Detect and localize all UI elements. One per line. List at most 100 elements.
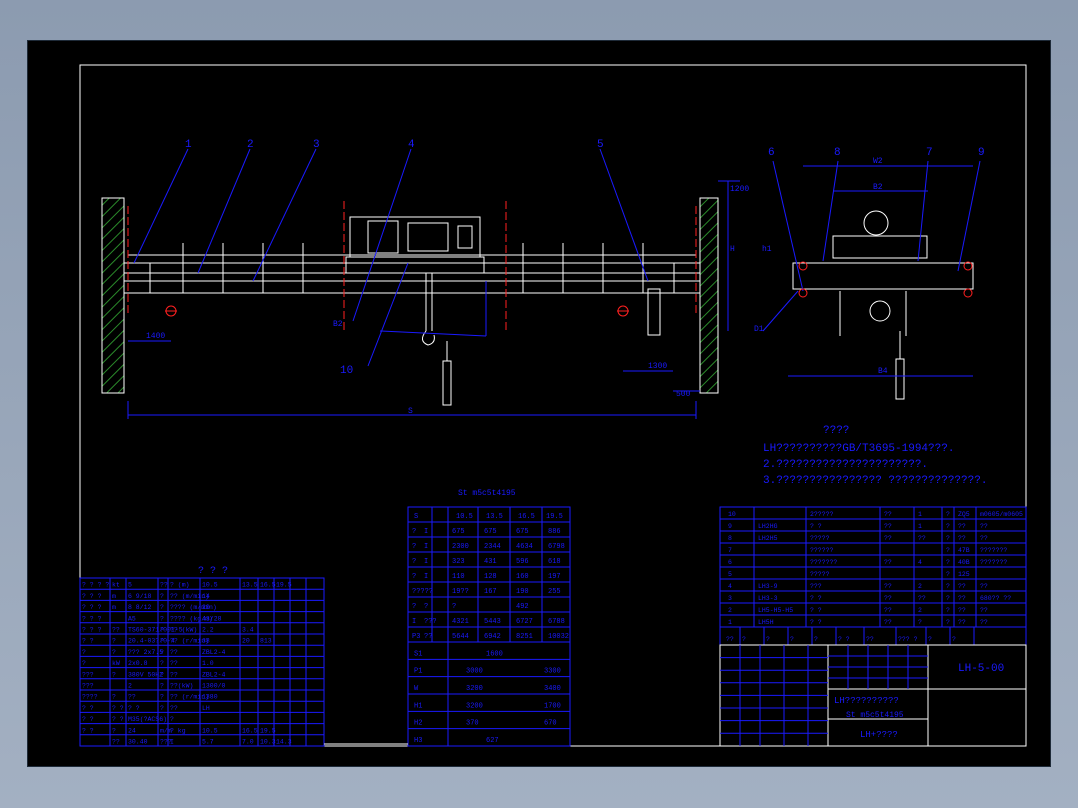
- param-cell: 128: [484, 573, 497, 581]
- spec-cell: ? ? ? ?: [82, 582, 109, 589]
- spec-cell: ?: [82, 660, 86, 667]
- param-cell: 10.5: [456, 513, 473, 521]
- spec-cell: ??? 2x7.5: [128, 649, 163, 656]
- spec-cell: 19.5: [276, 582, 292, 589]
- spec-cell: 1380: [202, 694, 218, 701]
- spec-cell: 3.4: [242, 627, 254, 634]
- bom-cell: 2: [918, 583, 922, 590]
- bom-cell: LH2HG: [758, 523, 778, 530]
- drawing-name-2: St m5c5t4195: [846, 711, 904, 720]
- spec-cell: ?: [160, 660, 164, 667]
- bom-cell: ??: [884, 559, 892, 566]
- bom-header-cell: ?: [952, 636, 956, 643]
- param-cell: 670: [544, 720, 557, 728]
- spec-cell: 20: [202, 604, 210, 611]
- bom-cell: ?: [946, 511, 950, 518]
- spec-cell: ? ?: [82, 716, 94, 723]
- bom-cell: 6: [728, 559, 732, 566]
- param-cell: ?: [412, 558, 416, 566]
- bom-cell: ??: [884, 535, 892, 542]
- spec-cell: ?: [160, 593, 164, 600]
- bom-cell: 1: [918, 523, 922, 530]
- spec-cell: ?: [112, 649, 116, 656]
- cad-drawing-area: 1 2 3 4 5 6 8 7 9 10 S 1400 1300 500 B2 …: [27, 40, 1051, 767]
- bom-cell: ?????: [810, 571, 830, 578]
- bom-cell: ??: [980, 583, 988, 590]
- spec-cell: 8 8/12: [128, 604, 152, 611]
- spec-cell: 20: [242, 638, 250, 645]
- param-cell: 3200: [466, 685, 483, 693]
- bom-cell: ?????: [810, 535, 830, 542]
- spec-cell: ? ?: [112, 716, 124, 723]
- bom-cell: ?: [946, 547, 950, 554]
- spec-cell: ??: [170, 649, 178, 656]
- spec-cell: ? ?: [82, 705, 94, 712]
- bom-header-cell: ?: [766, 636, 770, 643]
- spec-cell: ? ?: [82, 727, 94, 734]
- spec-cell: 1300/0: [202, 683, 226, 690]
- dim-span: S: [408, 407, 413, 416]
- spec-cell: 10.5: [202, 582, 218, 589]
- spec-cell: ?: [160, 627, 164, 634]
- callout-5: 5: [597, 139, 604, 151]
- bom-cell: 680?? ??: [980, 595, 1011, 602]
- spec-cell: ?: [160, 604, 164, 611]
- spec-cell: ??: [170, 660, 178, 667]
- bom-cell: 5: [728, 571, 732, 578]
- spec-cell: ?: [160, 638, 164, 645]
- spec-cell: ?: [112, 671, 116, 678]
- callout-7: 7: [926, 147, 933, 159]
- spec-cell: ?: [170, 716, 174, 723]
- bom-header-cell: ?: [790, 636, 794, 643]
- callout-3: 3: [313, 139, 320, 151]
- bom-cell: ??: [918, 535, 926, 542]
- param-cell: P3: [412, 633, 420, 641]
- spec-cell: ????: [82, 694, 98, 701]
- bom-cell: LH3-9: [758, 583, 778, 590]
- param-cell: 8251: [516, 633, 533, 641]
- bom-cell: ??: [884, 595, 892, 602]
- spec-cell: ?: [160, 683, 164, 690]
- crane-assembly-drawing: 1 2 3 4 5 6 8 7 9 10 S 1400 1300 500 B2 …: [79, 64, 1027, 747]
- spec-cell: ??(kW): [170, 683, 193, 690]
- param-cell: I: [424, 543, 428, 551]
- param-cell: 167: [484, 588, 497, 596]
- dim-w-mid: B2: [873, 183, 883, 192]
- param-cell: 3000: [466, 668, 483, 676]
- bom-cell: 2: [918, 607, 922, 614]
- bom-cell: m0605/m0605: [980, 511, 1023, 518]
- dim-w-top: W2: [873, 157, 883, 166]
- spec-cell: ??: [112, 739, 120, 746]
- spec-cell: ?: [160, 649, 164, 656]
- note-2: 2.??????????????????????.: [763, 459, 928, 471]
- spec-cell: 30.40: [128, 739, 148, 746]
- param-cell: 3200: [466, 702, 483, 710]
- param-cell: I: [412, 618, 416, 626]
- spec-cell: 2: [128, 683, 132, 690]
- param-cell: ?: [412, 543, 416, 551]
- drawing-number: LH-5-00: [958, 663, 1004, 675]
- bom-header-cell: ? ?: [838, 636, 850, 643]
- bom-cell: ?: [946, 571, 950, 578]
- bom-cell: 2?????: [810, 511, 834, 518]
- bom-cell: ??: [884, 523, 892, 530]
- param-cell: 323: [452, 558, 465, 566]
- dim-right-wheel: 1300: [648, 362, 667, 371]
- bom-cell: ??: [980, 607, 988, 614]
- spec-cell: LH: [202, 705, 210, 712]
- bom-cell: 7: [728, 547, 732, 554]
- bom-cell: ? ?: [810, 595, 822, 602]
- spec-cell: 14.3: [276, 739, 292, 746]
- param-cell: 197: [548, 573, 561, 581]
- param-cell: 886: [548, 528, 561, 536]
- param-cell: 6942: [484, 633, 501, 641]
- spec-cell: ?: [112, 638, 116, 645]
- spec-cell: ?: [160, 615, 164, 622]
- param-cell: 5443: [484, 618, 501, 626]
- spec-cell: ?: [112, 694, 116, 701]
- front-elevation: [101, 148, 740, 419]
- param-cell: 4634: [516, 543, 533, 551]
- spec-cell: 2x0.8: [128, 660, 148, 667]
- bom-cell: ?: [946, 535, 950, 542]
- spec-cell: ? (m): [170, 582, 190, 589]
